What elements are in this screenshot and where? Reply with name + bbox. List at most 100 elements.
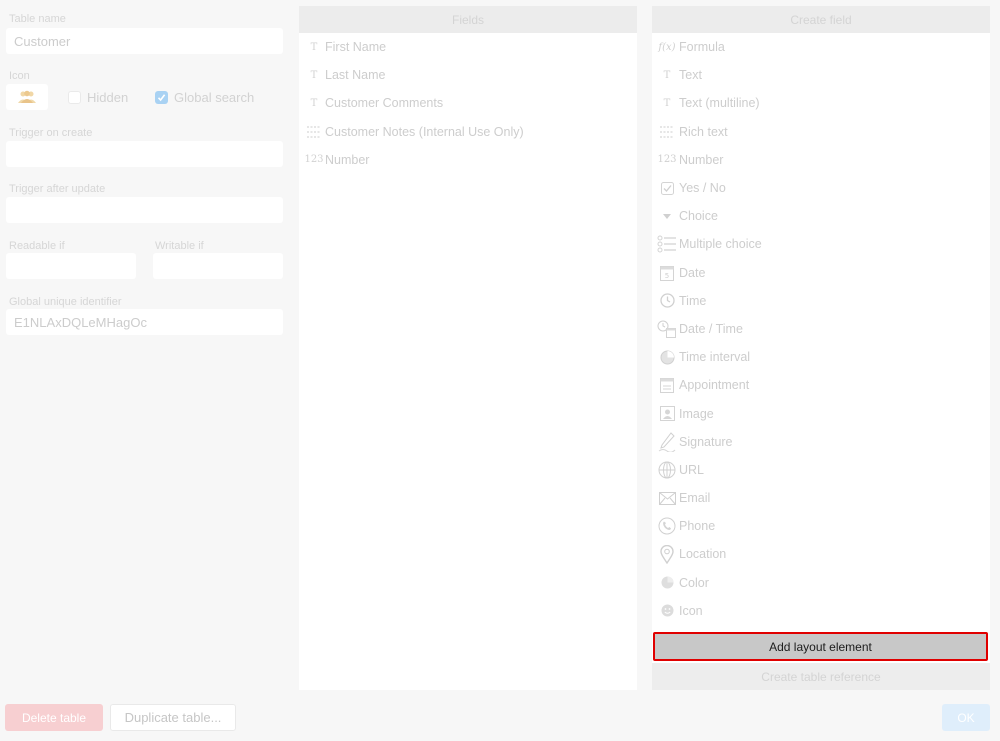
writable-if-input[interactable]: [153, 253, 283, 279]
field-row[interactable]: T First Name: [299, 33, 637, 61]
field-label: Customer Comments: [325, 96, 444, 111]
create-field-panel: Create field f(x) Formula T Text T Text …: [652, 6, 990, 690]
formula-icon: f(x): [658, 41, 676, 53]
create-field-time[interactable]: Time: [652, 287, 990, 315]
people-icon: [16, 90, 38, 104]
add-layout-element-button[interactable]: Add layout element: [653, 632, 988, 661]
create-field-label: Date / Time: [679, 321, 743, 336]
create-field-label: Phone: [679, 519, 716, 534]
field-row[interactable]: T Last Name: [299, 61, 637, 89]
table-name-input[interactable]: Customer: [6, 28, 283, 54]
create-field-label: Email: [679, 491, 711, 506]
global-search-checkbox-row[interactable]: Global search: [155, 90, 254, 105]
text-icon: T: [310, 97, 318, 109]
guid-label: Global unique identifier: [9, 296, 122, 308]
create-field-label: Appointment: [679, 378, 750, 393]
create-field-label: Time: [679, 293, 707, 308]
create-field-icon[interactable]: Icon: [652, 597, 990, 625]
duplicate-table-button[interactable]: Duplicate table...: [110, 704, 236, 731]
create-field-yes-no[interactable]: Yes / No: [652, 174, 990, 202]
signature-pen-icon: [655, 431, 679, 452]
create-field-label: Date: [679, 265, 706, 280]
rich-text-icon: [303, 125, 325, 139]
create-field-label: Number: [679, 152, 724, 167]
icon-label: Icon: [9, 70, 30, 82]
create-field-date-time[interactable]: Date / Time: [652, 315, 990, 343]
create-field-url[interactable]: URL: [652, 456, 990, 484]
create-field-rich-text[interactable]: Rich text: [652, 118, 990, 146]
table-settings-panel: Table name Customer Icon Hidden Global s…: [0, 0, 290, 741]
create-field-label: Text (multiline): [679, 96, 760, 111]
table-name-label: Table name: [9, 13, 66, 25]
create-field-text[interactable]: T Text: [652, 61, 990, 89]
create-field-label: Location: [679, 547, 727, 562]
hidden-checkbox[interactable]: [68, 91, 81, 104]
fields-header: Fields: [299, 6, 637, 33]
phone-icon: [655, 517, 679, 535]
svg-text:5: 5: [665, 272, 669, 280]
create-field-label: Multiple choice: [679, 237, 762, 252]
create-field-color[interactable]: Color: [652, 569, 990, 597]
create-table-reference-button[interactable]: Create table reference: [652, 663, 990, 690]
text-icon: T: [310, 41, 318, 53]
create-field-label: Yes / No: [679, 181, 726, 196]
trigger-after-update-label: Trigger after update: [9, 183, 106, 195]
checkbox-icon: [655, 181, 679, 195]
create-field-label: Icon: [679, 603, 703, 618]
smiley-icon: [655, 604, 679, 617]
create-field-time-interval[interactable]: Time interval: [652, 343, 990, 371]
globe-icon: [655, 461, 679, 479]
time-interval-icon: [655, 350, 679, 365]
color-icon: [655, 576, 679, 589]
clock-icon: [655, 293, 679, 308]
create-field-phone[interactable]: Phone: [652, 512, 990, 540]
number-icon: 123: [657, 154, 677, 166]
create-field-appointment[interactable]: Appointment: [652, 371, 990, 399]
create-field-image[interactable]: Image: [652, 399, 990, 427]
create-field-number[interactable]: 123 Number: [652, 146, 990, 174]
delete-table-button[interactable]: Delete table: [5, 704, 103, 731]
image-icon: [655, 406, 679, 422]
global-search-label: Global search: [174, 90, 255, 105]
field-row[interactable]: 123 Number: [299, 146, 637, 174]
multiple-choice-icon: [655, 235, 679, 253]
create-field-multiple-choice[interactable]: Multiple choice: [652, 230, 990, 258]
trigger-after-update-input[interactable]: [6, 197, 283, 223]
create-field-formula[interactable]: f(x) Formula: [652, 33, 990, 61]
guid-input[interactable]: E1NLAxDQLeMHagOc: [6, 309, 283, 335]
calendar-icon: 5: [655, 265, 679, 281]
create-field-text-multiline[interactable]: T Text (multiline): [652, 89, 990, 117]
table-icon-picker[interactable]: [6, 84, 48, 110]
text-icon: T: [663, 69, 671, 81]
create-field-header: Create field: [652, 6, 990, 33]
ok-button[interactable]: OK: [942, 704, 990, 731]
create-field-label: Formula: [679, 40, 725, 55]
dropdown-triangle-icon: [655, 213, 679, 220]
field-label: First Name: [325, 40, 387, 55]
appointment-icon: [655, 377, 679, 393]
create-field-signature[interactable]: Signature: [652, 428, 990, 456]
readable-if-label: Readable if: [9, 240, 65, 252]
writable-if-label: Writable if: [155, 240, 204, 252]
field-label: Number: [325, 152, 370, 167]
field-row[interactable]: Customer Notes (Internal Use Only): [299, 118, 637, 146]
create-field-label: Choice: [679, 209, 718, 224]
create-field-email[interactable]: Email: [652, 484, 990, 512]
create-field-label: Rich text: [679, 124, 728, 139]
trigger-on-create-label: Trigger on create: [9, 127, 93, 139]
field-label: Customer Notes (Internal Use Only): [325, 124, 524, 139]
create-field-label: Color: [679, 575, 709, 590]
trigger-on-create-input[interactable]: [6, 141, 283, 167]
fields-panel: Fields T First Name T Last Name T Custom…: [299, 6, 637, 690]
create-field-label: Image: [679, 406, 714, 421]
hidden-label: Hidden: [87, 90, 129, 105]
create-field-location[interactable]: Location: [652, 540, 990, 568]
field-row[interactable]: T Customer Comments: [299, 89, 637, 117]
create-field-choice[interactable]: Choice: [652, 202, 990, 230]
global-search-checkbox[interactable]: [155, 91, 168, 104]
readable-if-input[interactable]: [6, 253, 136, 279]
field-label: Last Name: [325, 68, 386, 83]
rich-text-icon: [655, 125, 679, 139]
create-field-date[interactable]: 5 Date: [652, 259, 990, 287]
hidden-checkbox-row[interactable]: Hidden: [68, 90, 128, 105]
